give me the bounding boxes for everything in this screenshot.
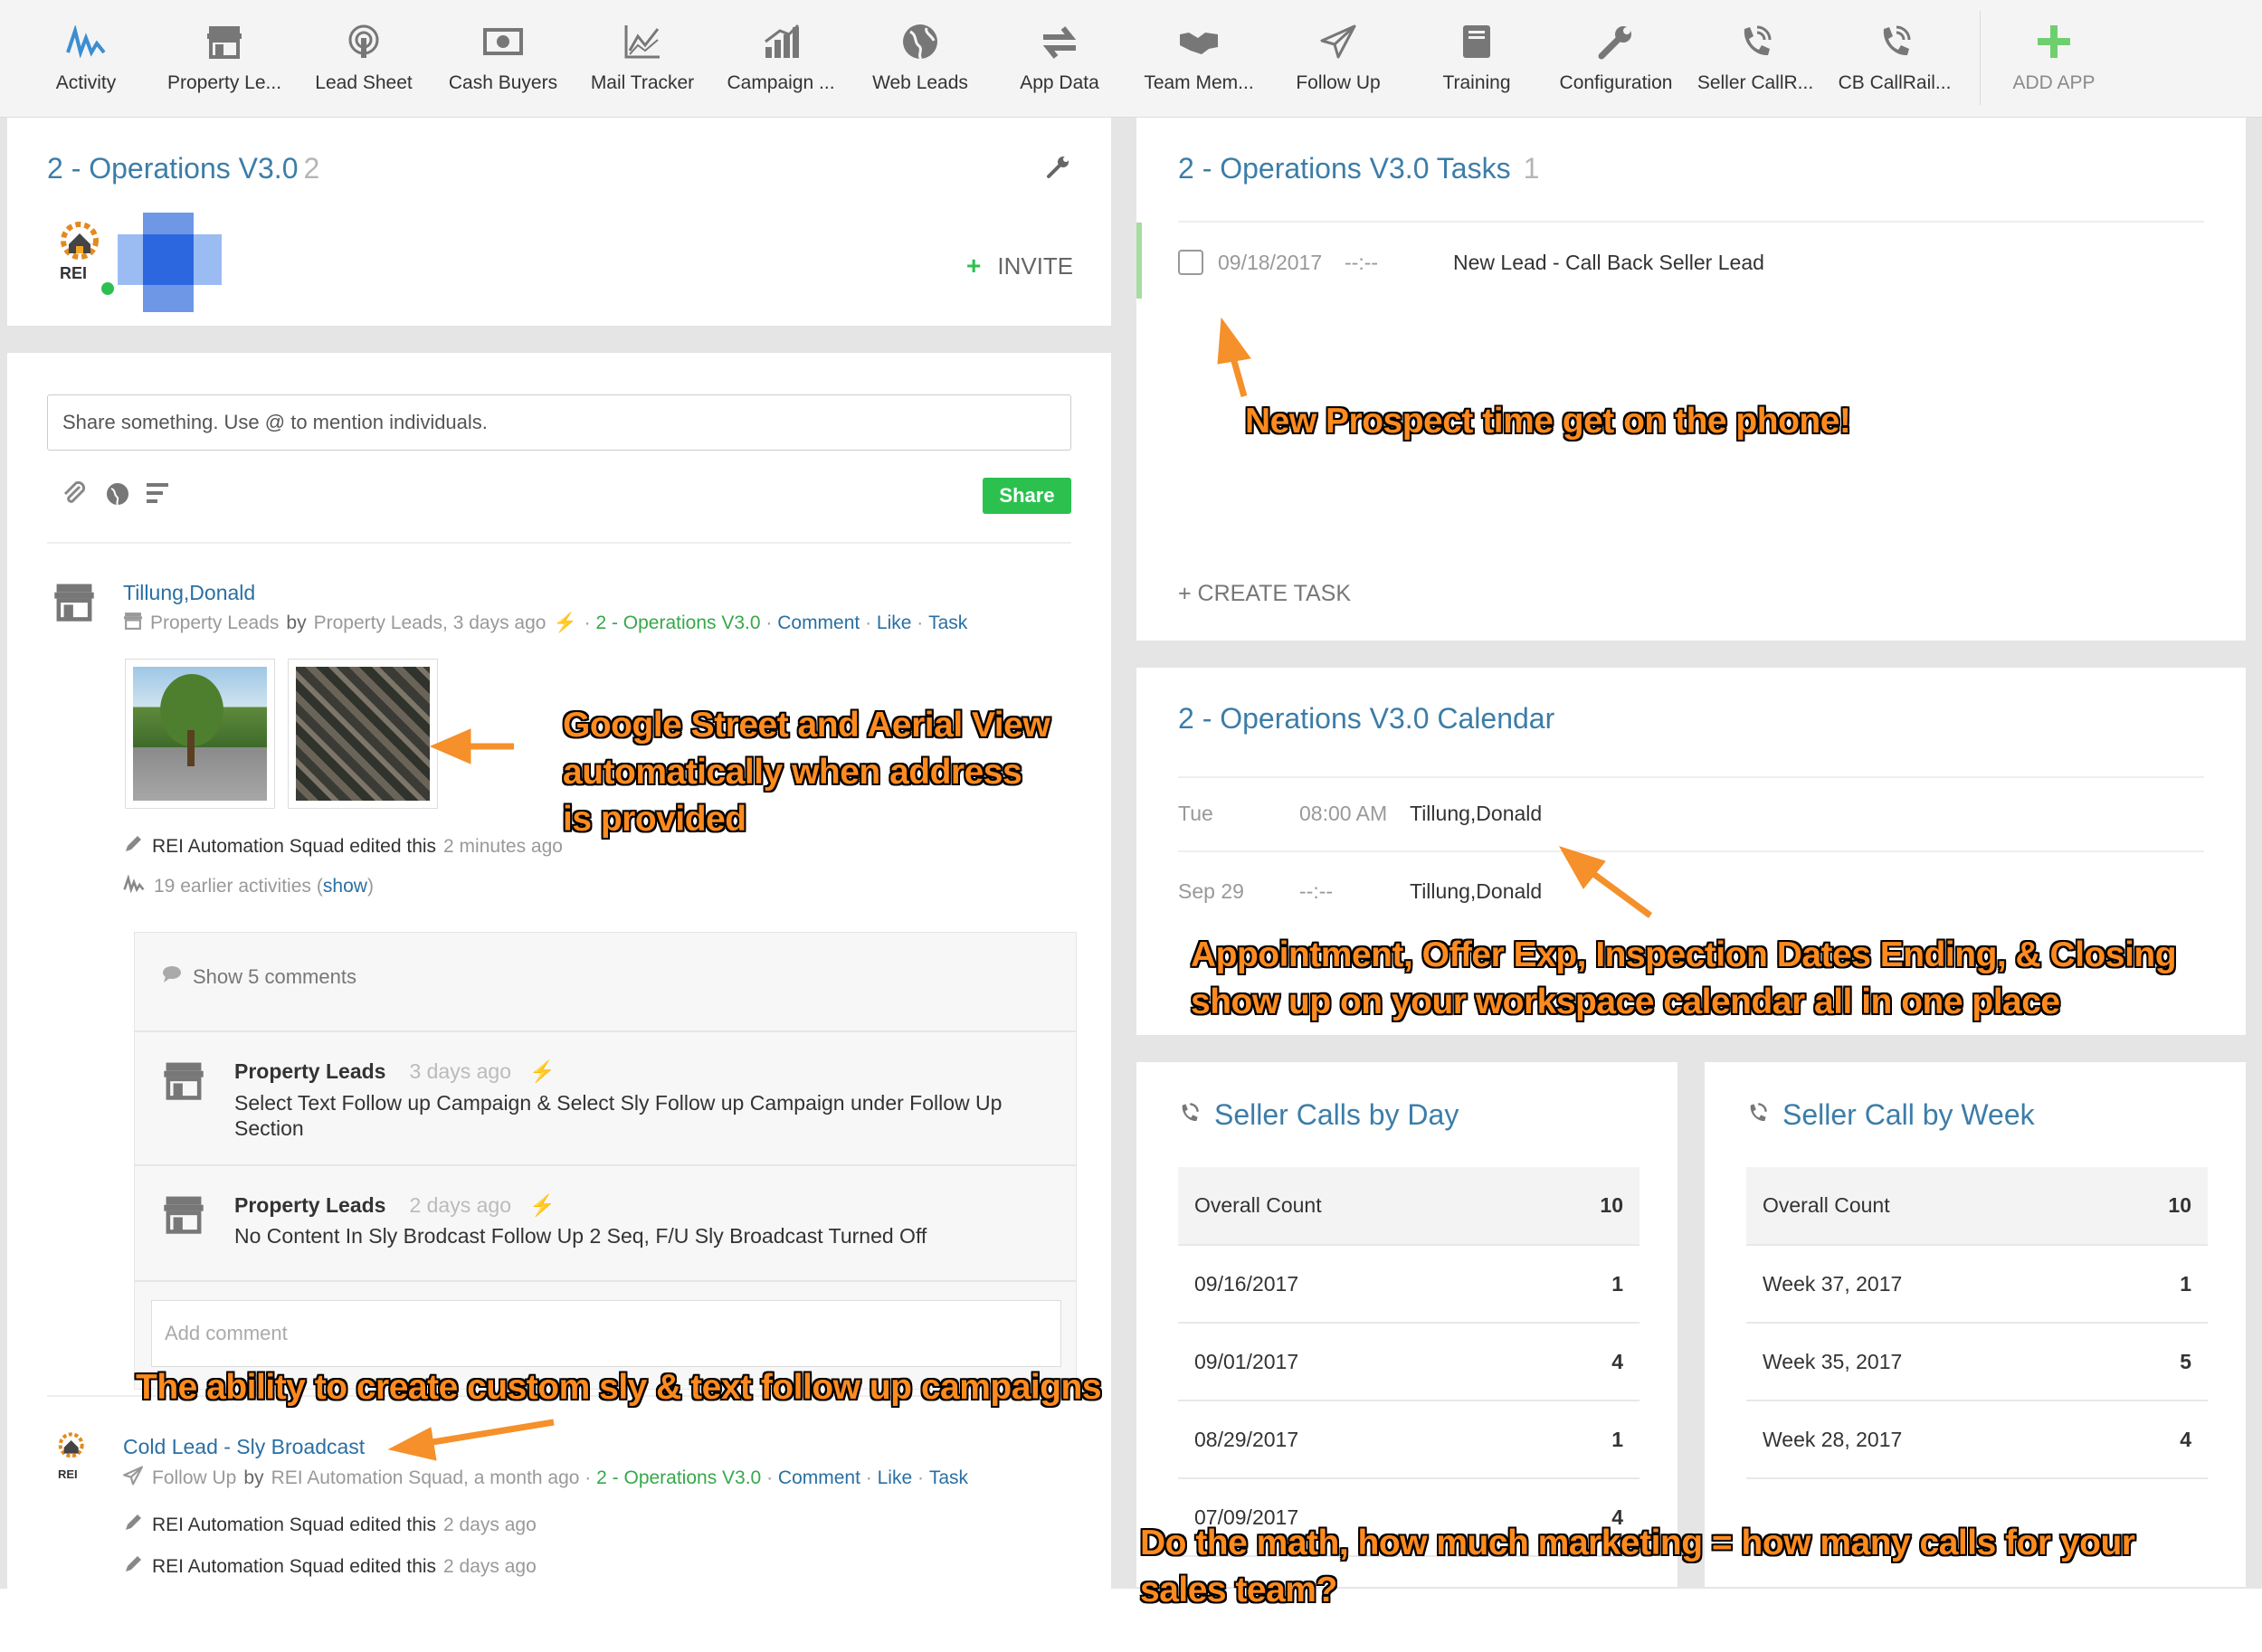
annotation-math: Do the math, how much marketing = how ma… xyxy=(1140,1524,2135,1609)
annotation-calendar: Appointment, Offer Exp, Inspection Dates… xyxy=(1191,935,2177,1021)
arrow-head xyxy=(1558,846,1606,889)
arrow-head xyxy=(387,1427,437,1461)
annotation-phone: New Prospect time get on the phone! xyxy=(1245,402,1851,441)
annotation-campaigns: The ability to create custom sly & text … xyxy=(136,1368,1102,1407)
arrow-head xyxy=(429,728,471,764)
arrow-head xyxy=(1217,317,1251,365)
annotation-street-view: Google Street and Aerial View automatica… xyxy=(563,706,1050,839)
arrow-to-campaign xyxy=(432,1419,555,1446)
arrow-to-calendar xyxy=(1590,870,1653,918)
